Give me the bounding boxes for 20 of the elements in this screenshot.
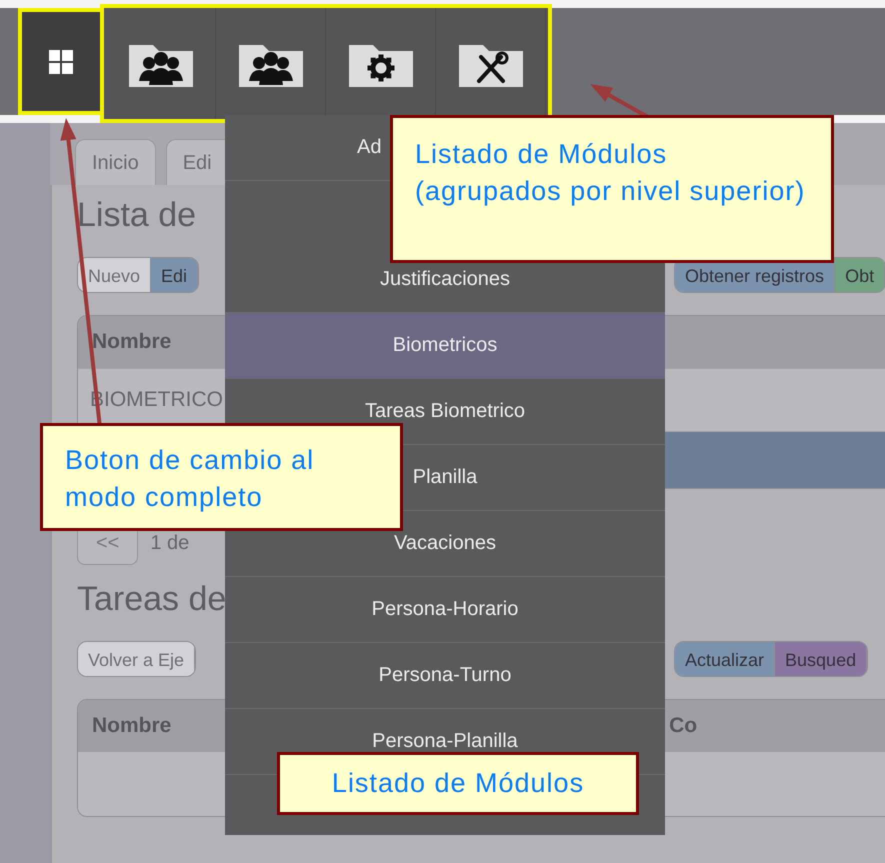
- column-header: Nombre: [91, 714, 172, 738]
- menu-item[interactable]: Persona-Turno: [225, 643, 665, 709]
- toolbar-button[interactable]: Actualizar: [675, 642, 776, 676]
- grid-icon: [48, 48, 74, 74]
- tab[interactable]: Inicio: [75, 139, 156, 185]
- callout-tooltip: Boton de cambio al modo completo: [40, 423, 403, 531]
- toolbar-button[interactable]: Busqued: [775, 642, 868, 676]
- toolbar-button[interactable]: Volver a Eje: [78, 642, 196, 676]
- section-title: Lista de: [77, 195, 196, 236]
- page-indicator: 1 de: [150, 532, 190, 554]
- toolbar-button[interactable]: Nuevo: [78, 258, 152, 292]
- callout-tooltip: Listado de Módulos (agrupados por nivel superior): [390, 115, 834, 263]
- section-title: Tareas de: [77, 579, 226, 620]
- column-header: Co: [668, 714, 698, 738]
- menu-item[interactable]: Biometricos: [225, 313, 665, 379]
- toolbar-button[interactable]: Edi: [151, 258, 198, 292]
- menu-item[interactable]: Persona-Horario: [225, 577, 665, 643]
- column-header: Nombre: [91, 330, 172, 354]
- toolbar-button[interactable]: Obt: [835, 258, 885, 292]
- callout-tooltip: Listado de Módulos: [277, 752, 639, 815]
